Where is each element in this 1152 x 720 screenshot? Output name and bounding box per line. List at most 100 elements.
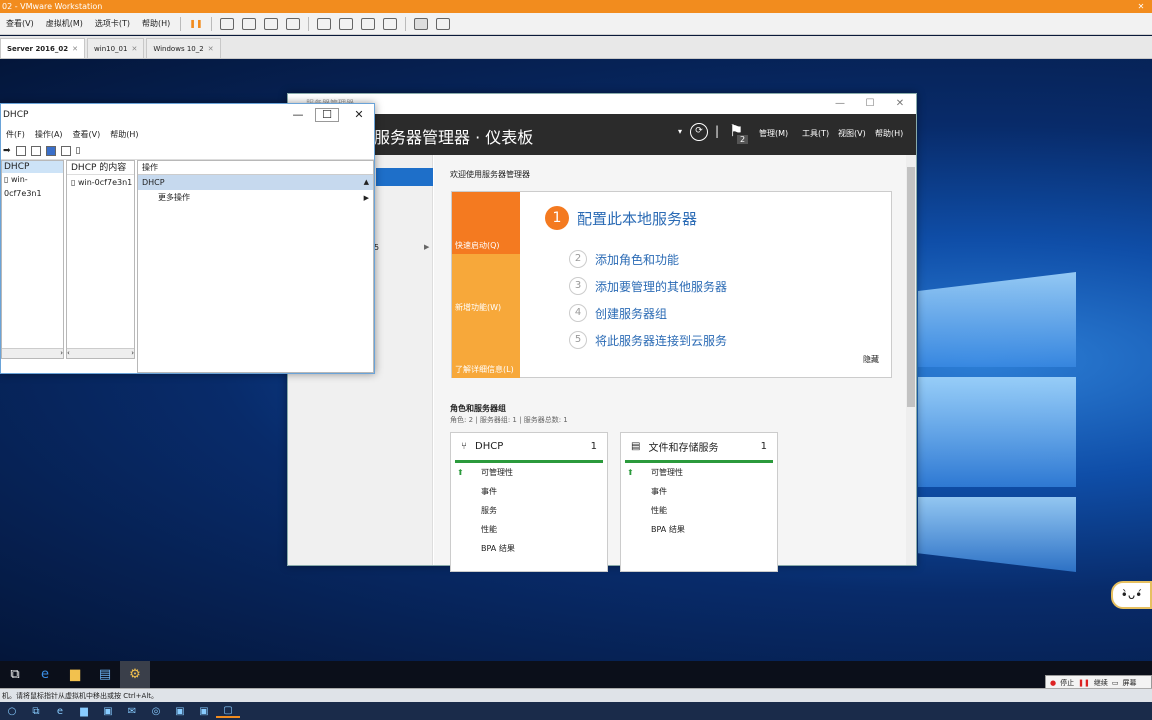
- menu-view[interactable]: 查看(V): [0, 18, 40, 29]
- card-row[interactable]: 事件: [451, 482, 607, 501]
- dhcp-taskbar-icon[interactable]: ⚙: [120, 661, 150, 688]
- quick-start-tab[interactable]: 快速启动(Q): [452, 192, 520, 254]
- app-icon[interactable]: ▣: [168, 706, 192, 717]
- card-row[interactable]: BPA 结果: [621, 520, 777, 539]
- export-icon[interactable]: [30, 145, 41, 156]
- scrollbar[interactable]: ›: [2, 348, 63, 358]
- scrollbar[interactable]: ‹ ›: [67, 348, 134, 358]
- step-2[interactable]: 2 添加角色和功能: [569, 250, 679, 268]
- menu-manage[interactable]: 管理(M): [759, 128, 788, 139]
- step-link[interactable]: 创建服务器组: [595, 305, 667, 322]
- card-row[interactable]: BPA 结果: [451, 539, 607, 558]
- fullscreen-icon[interactable]: [360, 17, 375, 30]
- chevron-left-icon[interactable]: ‹: [67, 349, 70, 357]
- content-item[interactable]: ▯ win-0cf7e3n1: [67, 175, 134, 191]
- whats-new-tab[interactable]: 新增功能(W): [452, 254, 520, 316]
- menu-help[interactable]: 帮助(H): [105, 129, 143, 140]
- chevron-right-icon[interactable]: ›: [131, 349, 134, 357]
- learn-more-tab[interactable]: 了解详细信息(L): [452, 316, 520, 378]
- step-link[interactable]: 添加角色和功能: [595, 251, 679, 268]
- chevron-down-icon[interactable]: ▾: [678, 127, 682, 136]
- close-icon[interactable]: ✕: [1132, 0, 1150, 13]
- card-row[interactable]: 服务: [451, 501, 607, 520]
- tab-server-2016[interactable]: Server 2016_02 ✕: [0, 38, 86, 58]
- card-row[interactable]: 性能: [451, 520, 607, 539]
- collapse-icon[interactable]: ▲: [364, 175, 369, 190]
- tab-win10-01[interactable]: win10_01 ✕: [87, 38, 145, 59]
- maximize-icon[interactable]: ☐: [315, 108, 339, 122]
- show-tree-icon[interactable]: [15, 145, 26, 156]
- screen-icon[interactable]: ▭: [1112, 679, 1119, 687]
- menu-tabs[interactable]: 选项卡(T): [89, 18, 136, 29]
- mail-icon[interactable]: ✉: [120, 706, 144, 717]
- tab-windows-10-2[interactable]: Windows 10_2 ✕: [146, 38, 221, 59]
- menu-help[interactable]: 帮助(H): [136, 18, 176, 29]
- unity-icon[interactable]: [382, 17, 397, 30]
- task-view-icon[interactable]: ⧉: [0, 661, 30, 688]
- role-card-file-storage[interactable]: ▤ 文件和存储服务 1 ⬆ 可管理性 事件 性能 BPA 结果: [620, 432, 778, 572]
- scrollbar-thumb[interactable]: [907, 167, 915, 407]
- close-icon[interactable]: ✕: [885, 94, 915, 114]
- menu-view[interactable]: 视图(V): [838, 128, 866, 139]
- snapshot-icon[interactable]: [241, 17, 256, 30]
- library-icon[interactable]: [316, 17, 331, 30]
- step-link[interactable]: 配置此本地服务器: [577, 208, 697, 229]
- file-explorer-icon[interactable]: ▆: [72, 706, 96, 717]
- maximize-icon[interactable]: ☐: [855, 94, 885, 114]
- search-icon[interactable]: ○: [0, 706, 24, 717]
- menu-tools[interactable]: 工具(T): [802, 128, 829, 139]
- role-card-dhcp[interactable]: ⑂ DHCP 1 ⬆ 可管理性 事件 服务 性能 BPA 结果: [450, 432, 608, 572]
- menu-action[interactable]: 操作(A): [30, 129, 68, 140]
- forward-icon[interactable]: ➡: [3, 146, 11, 156]
- app-icon[interactable]: ◎: [144, 706, 168, 717]
- thumbnail-icon[interactable]: [338, 17, 353, 30]
- app-icon[interactable]: ▣: [192, 706, 216, 717]
- vmware-icon[interactable]: ▢: [216, 705, 240, 718]
- file-explorer-icon[interactable]: ▆: [60, 661, 90, 688]
- step-5[interactable]: 5 将此服务器连接到云服务: [569, 331, 727, 349]
- card-row[interactable]: 事件: [621, 482, 777, 501]
- ie-icon[interactable]: e: [30, 661, 60, 688]
- help-icon[interactable]: [45, 145, 56, 156]
- pause-icon[interactable]: ❚❚: [189, 19, 202, 28]
- close-icon[interactable]: ✕: [345, 104, 373, 126]
- chevron-right-icon[interactable]: ›: [60, 349, 63, 357]
- card-row[interactable]: ⬆ 可管理性: [621, 463, 777, 482]
- nav-item-dashboard[interactable]: [376, 168, 433, 186]
- step-link[interactable]: 添加要管理的其他服务器: [595, 278, 727, 295]
- screen-label[interactable]: 屏幕: [1122, 678, 1136, 688]
- refresh-icon[interactable]: ⟳: [690, 123, 708, 141]
- close-icon[interactable]: ✕: [131, 39, 137, 59]
- card-row[interactable]: 性能: [621, 501, 777, 520]
- server-manager-icon[interactable]: ▤: [90, 661, 120, 688]
- server-icon[interactable]: ▯: [76, 146, 81, 156]
- edge-icon[interactable]: e: [48, 706, 72, 717]
- send-keys-icon[interactable]: [219, 17, 234, 30]
- close-icon[interactable]: ✕: [208, 39, 214, 59]
- tree-server[interactable]: ▯ win-0cf7e3n1: [2, 173, 63, 198]
- store-icon[interactable]: ▣: [96, 706, 120, 717]
- menu-file[interactable]: 件(F): [1, 129, 30, 140]
- menu-vm[interactable]: 虚拟机(M): [40, 18, 89, 29]
- step-link[interactable]: 将此服务器连接到云服务: [595, 332, 727, 349]
- scrollbar[interactable]: [906, 155, 916, 565]
- restore-snapshot-icon[interactable]: [263, 17, 278, 30]
- minimize-icon[interactable]: —: [825, 94, 855, 114]
- console-icon[interactable]: [413, 17, 428, 30]
- manage-snapshots-icon[interactable]: [285, 17, 300, 30]
- continue-label[interactable]: 继续: [1094, 678, 1108, 688]
- properties-icon[interactable]: [60, 145, 71, 156]
- step-1[interactable]: 1 配置此本地服务器: [545, 206, 697, 230]
- stretch-icon[interactable]: [435, 17, 450, 30]
- menu-view[interactable]: 查看(V): [68, 129, 106, 140]
- step-3[interactable]: 3 添加要管理的其他服务器: [569, 277, 727, 295]
- step-4[interactable]: 4 创建服务器组: [569, 304, 667, 322]
- tree-root[interactable]: DHCP: [2, 161, 63, 173]
- pause-icon[interactable]: ❚❚: [1078, 679, 1090, 687]
- stop-label[interactable]: 停止: [1060, 678, 1074, 688]
- stop-icon[interactable]: ●: [1050, 679, 1056, 687]
- task-view-icon[interactable]: ⧉: [24, 706, 48, 717]
- card-row[interactable]: ⬆ 可管理性: [451, 463, 607, 482]
- hide-link[interactable]: 隐藏: [863, 354, 879, 365]
- minimize-icon[interactable]: —: [284, 104, 312, 126]
